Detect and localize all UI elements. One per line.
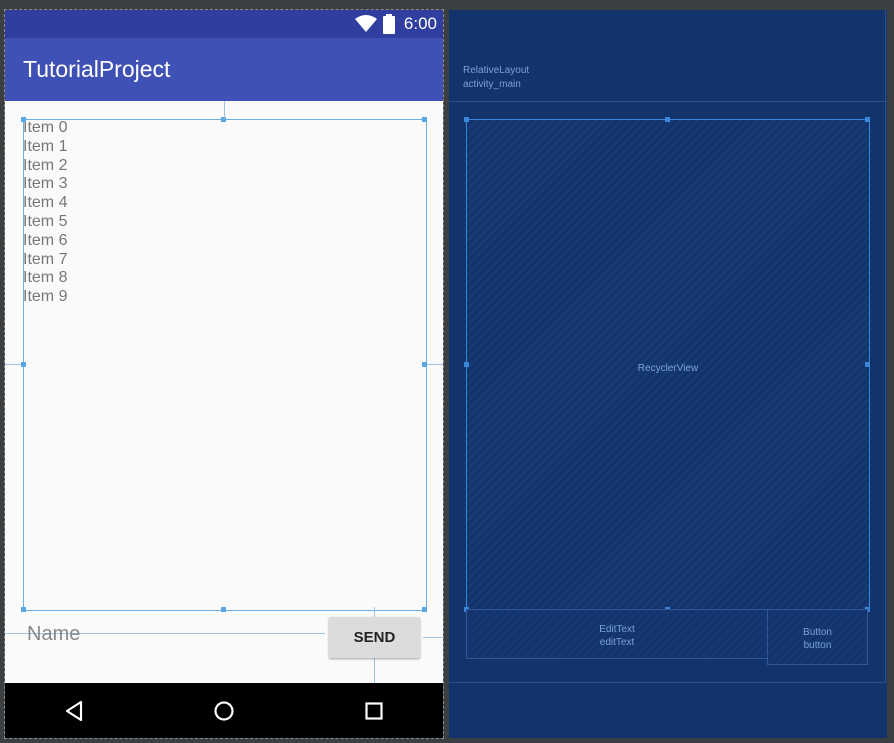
list-item[interactable]: Item 6 xyxy=(23,232,67,251)
root-layout-id: activity_main xyxy=(463,79,521,90)
blueprint-divider xyxy=(449,101,887,102)
selection-outline xyxy=(23,119,427,611)
list-item[interactable]: Item 5 xyxy=(23,213,67,232)
blueprint-button[interactable]: Button button xyxy=(767,609,868,665)
name-edit-text[interactable]: Name xyxy=(27,623,80,646)
app-bar: TutorialProject xyxy=(5,38,443,101)
resize-handle[interactable] xyxy=(21,362,26,367)
recycler-view[interactable]: Item 0 Item 1 Item 2 Item 3 Item 4 Item … xyxy=(23,119,67,307)
back-button[interactable] xyxy=(44,683,104,738)
button-constraint-bottom xyxy=(374,658,375,683)
constraint-top xyxy=(224,101,225,119)
resize-handle[interactable] xyxy=(221,607,226,612)
home-button[interactable] xyxy=(194,683,254,738)
blueprint-recycler-view[interactable]: RecyclerView xyxy=(466,119,870,611)
wifi-icon xyxy=(355,15,377,32)
list-item[interactable]: Item 4 xyxy=(23,194,67,213)
blueprint-handle[interactable] xyxy=(665,117,670,122)
button-id-label: button xyxy=(803,640,832,651)
edittext-type-label: EditText xyxy=(599,624,635,635)
resize-handle[interactable] xyxy=(21,117,26,122)
list-item[interactable]: Item 1 xyxy=(23,138,67,157)
home-circle-icon xyxy=(214,700,234,721)
status-time: 6:00 xyxy=(403,14,437,33)
list-item[interactable]: Item 7 xyxy=(23,251,67,270)
status-bar: 6:00 xyxy=(5,10,443,38)
list-item[interactable]: Item 0 xyxy=(23,119,67,138)
blueprint-handle[interactable] xyxy=(865,362,870,367)
navigation-bar xyxy=(5,683,443,738)
list-item[interactable]: Item 3 xyxy=(23,175,67,194)
app-title: TutorialProject xyxy=(23,56,171,82)
resize-handle[interactable] xyxy=(422,607,427,612)
blueprint-handle[interactable] xyxy=(865,117,870,122)
list-item[interactable]: Item 9 xyxy=(23,288,67,307)
constraint-left xyxy=(5,364,21,365)
button-constraint-top xyxy=(374,607,375,617)
resize-handle[interactable] xyxy=(422,117,427,122)
back-triangle-icon xyxy=(65,700,83,721)
list-item[interactable]: Item 8 xyxy=(23,269,67,288)
blueprint-handle[interactable] xyxy=(464,362,469,367)
constraint-right xyxy=(427,364,443,365)
resize-handle[interactable] xyxy=(21,607,26,612)
battery-icon xyxy=(383,14,395,34)
button-type-label: Button xyxy=(803,627,832,638)
blueprint-handle[interactable] xyxy=(464,117,469,122)
recents-square-icon xyxy=(365,701,383,720)
button-constraint-right xyxy=(423,637,443,638)
blueprint-surface[interactable]: RelativeLayout activity_main RecyclerVie… xyxy=(449,10,887,738)
recents-button[interactable] xyxy=(344,683,404,738)
recycler-view-label: RecyclerView xyxy=(637,363,699,374)
edittext-id-label: editText xyxy=(599,637,635,648)
root-layout-type: RelativeLayout xyxy=(463,65,530,76)
design-surface[interactable]: 6:00 TutorialProject Item 0 Item 1 Item … xyxy=(5,10,443,738)
blueprint-edit-text[interactable]: EditText editText xyxy=(466,609,768,659)
list-item[interactable]: Item 2 xyxy=(23,157,67,176)
send-button[interactable]: SEND xyxy=(329,617,420,658)
